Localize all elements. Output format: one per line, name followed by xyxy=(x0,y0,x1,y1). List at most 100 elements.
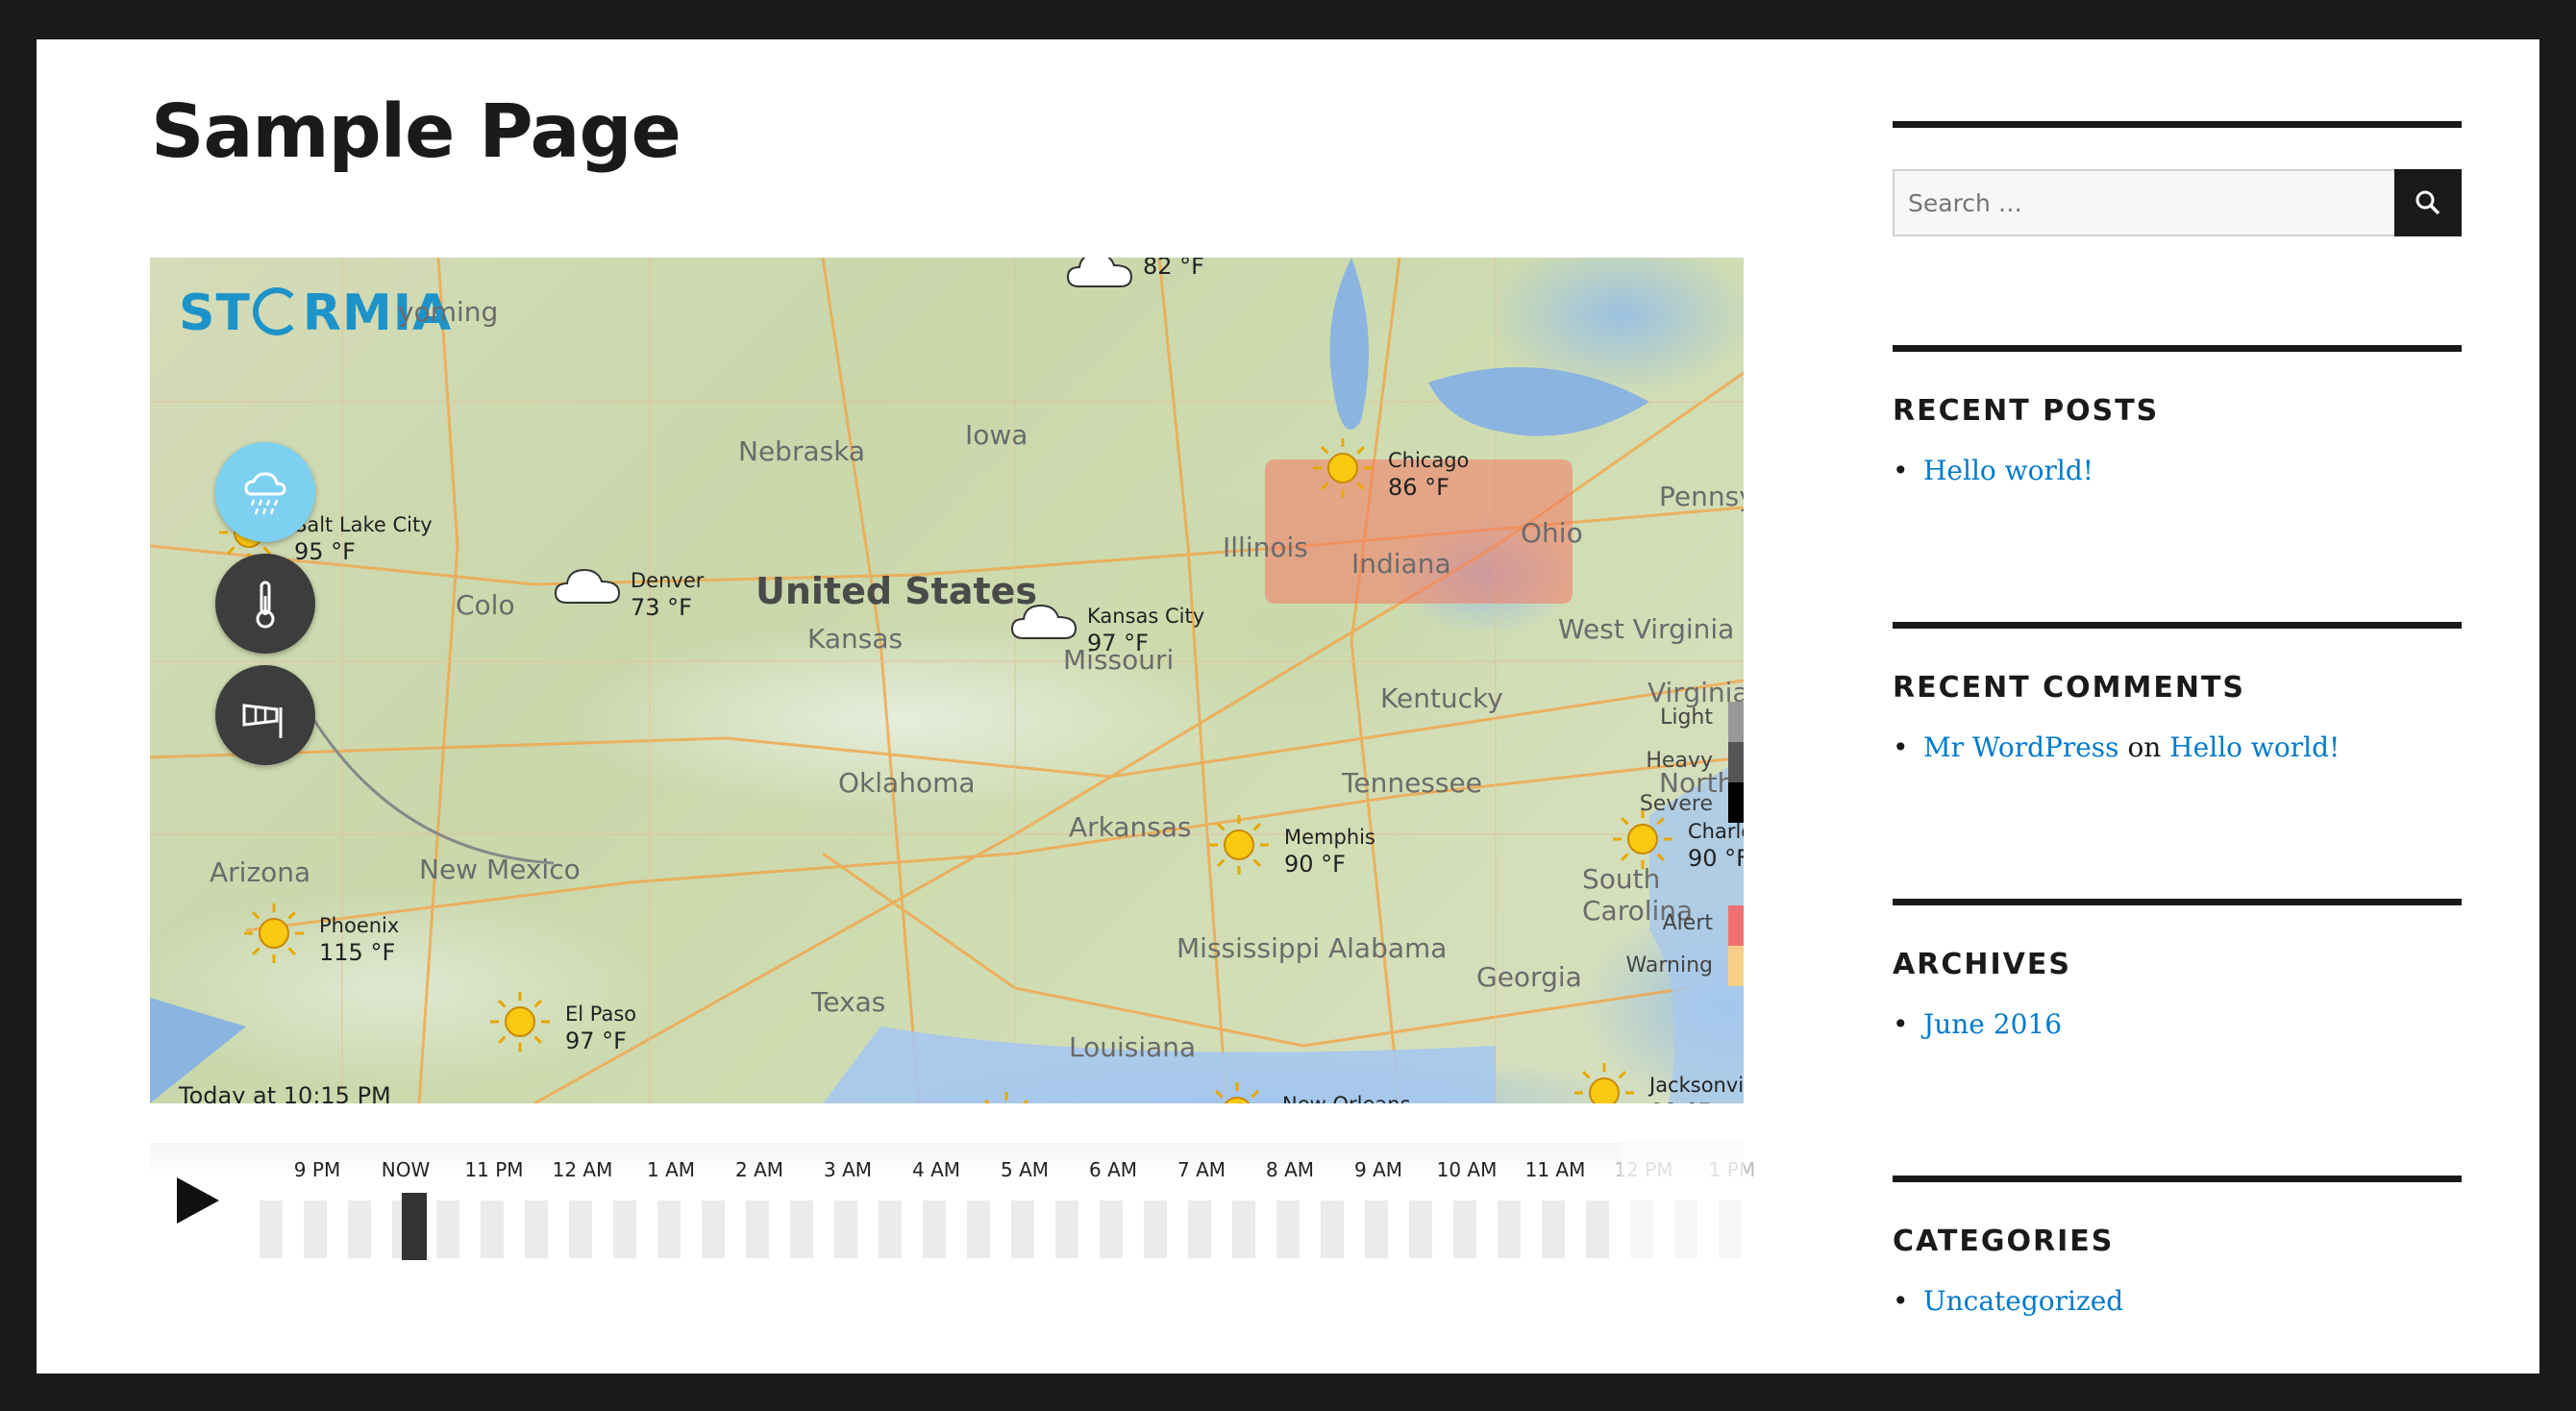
timeline-tick[interactable] xyxy=(923,1201,946,1258)
play-button[interactable] xyxy=(177,1177,219,1224)
timeline-cursor[interactable] xyxy=(402,1193,427,1260)
timeline-hour-label[interactable]: 5 AM xyxy=(1001,1158,1049,1181)
timeline-tick[interactable] xyxy=(1144,1201,1167,1258)
timeline-tick[interactable] xyxy=(436,1201,459,1258)
city-name: Chicago xyxy=(1388,449,1470,472)
legend-light: Light xyxy=(1660,706,1713,730)
timeline-tick[interactable] xyxy=(260,1201,283,1258)
timeline-tick[interactable] xyxy=(1586,1201,1609,1258)
timeline-hour-label[interactable]: 8 AM xyxy=(1266,1158,1314,1181)
timeline-tick[interactable] xyxy=(481,1201,504,1258)
timeline-hour-label[interactable]: 4 AM xyxy=(912,1158,960,1181)
timeline-tick[interactable] xyxy=(790,1201,813,1258)
weather-map[interactable]: ST RMIA Nebraska Iowa Illinois Indiana Ohio Ka… xyxy=(150,258,1744,1103)
timeline-hour-label[interactable]: 3 AM xyxy=(824,1158,872,1181)
timeline[interactable]: 9 PM NOW 11 PM 12 AM 1 AM 2 AM 3 AM 4 AM 5 AM 6 A… xyxy=(150,1143,1755,1262)
category-link[interactable]: Uncategorized xyxy=(1923,1285,2123,1317)
thermometer-icon xyxy=(256,581,275,629)
timeline-tick[interactable] xyxy=(1055,1201,1078,1258)
timeline-tick[interactable] xyxy=(525,1201,548,1258)
timeline-tick[interactable] xyxy=(1453,1201,1476,1258)
timeline-hour-label[interactable]: 9 PM xyxy=(294,1158,340,1181)
city-name: Denver xyxy=(631,569,705,592)
timeline-tick[interactable] xyxy=(702,1201,725,1258)
city-label: Charlotte90 °F xyxy=(1688,819,1744,873)
archives-list: June 2016 xyxy=(1893,1008,2462,1040)
legend-heavy-swatch xyxy=(1728,742,1744,782)
timeline-tick[interactable] xyxy=(1100,1201,1123,1258)
state-label: Arkansas xyxy=(1069,811,1192,843)
city-name: El Paso xyxy=(565,1003,637,1026)
city-name: Phoenix xyxy=(319,914,400,937)
comment-connector: on xyxy=(2127,731,2162,763)
state-label: Illinois xyxy=(1223,532,1308,563)
temperature-layer-button[interactable] xyxy=(215,554,315,654)
timeline-tick[interactable] xyxy=(1498,1201,1521,1258)
timeline-tick[interactable] xyxy=(569,1201,592,1258)
sun-icon xyxy=(1309,434,1376,502)
timeline-tick[interactable] xyxy=(304,1201,327,1258)
timeline-tick[interactable] xyxy=(1321,1201,1344,1258)
recent-comments-list: Mr WordPress on Hello world! xyxy=(1893,731,2462,763)
recent-posts-list: Hello world! xyxy=(1893,455,2462,486)
state-label: Ohio xyxy=(1521,517,1583,549)
timeline-hour-label[interactable]: 9 AM xyxy=(1354,1158,1402,1181)
legend-heavy: Heavy xyxy=(1646,749,1713,773)
timeline-tick[interactable] xyxy=(1011,1201,1034,1258)
timeline-tick[interactable] xyxy=(657,1201,681,1258)
sun-icon xyxy=(240,900,308,967)
comment-post-link[interactable]: Hello world! xyxy=(2169,731,2340,763)
legend-alert-swatch xyxy=(1728,905,1744,946)
city-name: New Orleans xyxy=(1282,1092,1411,1103)
timeline-tick[interactable] xyxy=(834,1201,857,1258)
timeline-hour-label[interactable]: 6 AM xyxy=(1089,1158,1137,1181)
timeline-tick[interactable] xyxy=(1365,1201,1388,1258)
search-button[interactable] xyxy=(2394,169,2462,236)
windsock-icon xyxy=(242,704,283,738)
city-label: Denver 73 °F xyxy=(631,568,704,622)
city-temperature: 73 °F xyxy=(631,594,692,622)
city-label: Kansas City 97 °F xyxy=(1087,604,1204,657)
sun-icon xyxy=(1203,1078,1271,1103)
wind-layer-button[interactable] xyxy=(215,665,315,765)
timeline-tick[interactable] xyxy=(348,1201,371,1258)
timeline-hour-label[interactable]: 10 AM xyxy=(1437,1158,1498,1181)
widget-divider xyxy=(1893,345,2462,352)
city-name: Kansas City xyxy=(1087,605,1205,628)
sun-icon xyxy=(1571,1059,1638,1103)
rain-layer-button[interactable] xyxy=(215,442,315,542)
timeline-tick[interactable] xyxy=(746,1201,769,1258)
timeline-hour-label[interactable]: 1 AM xyxy=(647,1158,695,1181)
timeline-tick[interactable] xyxy=(1542,1201,1565,1258)
timeline-tick[interactable] xyxy=(1276,1201,1300,1258)
city-label: Salt Lake City 95 °F xyxy=(294,512,433,566)
timeline-hour-label[interactable]: 7 AM xyxy=(1177,1158,1226,1181)
timeline-tick[interactable] xyxy=(1409,1201,1432,1258)
city-label: El Paso 97 °F xyxy=(565,1002,636,1055)
timeline-hour-label[interactable]: 11 AM xyxy=(1525,1158,1586,1181)
timeline-hour-label[interactable]: 11 PM xyxy=(464,1158,523,1181)
city-temperature: 115 °F xyxy=(319,939,396,967)
timeline-tick[interactable] xyxy=(1188,1201,1211,1258)
timeline-tick[interactable] xyxy=(967,1201,990,1258)
timeline-tick[interactable] xyxy=(879,1201,902,1258)
recent-posts-widget: RECENT POSTS Hello world! xyxy=(1893,345,2462,486)
recent-posts-title: RECENT POSTS xyxy=(1893,394,2160,428)
recent-comments-title: RECENT COMMENTS xyxy=(1893,671,2246,705)
timeline-hour-label[interactable]: 12 AM xyxy=(553,1158,613,1181)
search-input[interactable] xyxy=(1893,169,2395,236)
widget-divider xyxy=(1893,1176,2462,1182)
timeline-hour-label[interactable]: 2 AM xyxy=(735,1158,783,1181)
post-link[interactable]: Hello world! xyxy=(1923,455,2093,486)
city-temperature: 82 °F xyxy=(1649,1098,1744,1103)
timeline-tick[interactable] xyxy=(613,1201,636,1258)
state-label: Nebraska xyxy=(738,435,866,467)
city-name: Memphis xyxy=(1284,826,1375,849)
timeline-tick[interactable] xyxy=(1232,1201,1255,1258)
search-form xyxy=(1893,169,2462,236)
archive-link[interactable]: June 2016 xyxy=(1923,1008,2062,1040)
timeline-hour-label[interactable]: NOW xyxy=(382,1158,430,1181)
comment-author-link[interactable]: Mr WordPress xyxy=(1923,731,2119,763)
widget-divider xyxy=(1893,899,2462,905)
sun-icon xyxy=(973,1088,1040,1103)
